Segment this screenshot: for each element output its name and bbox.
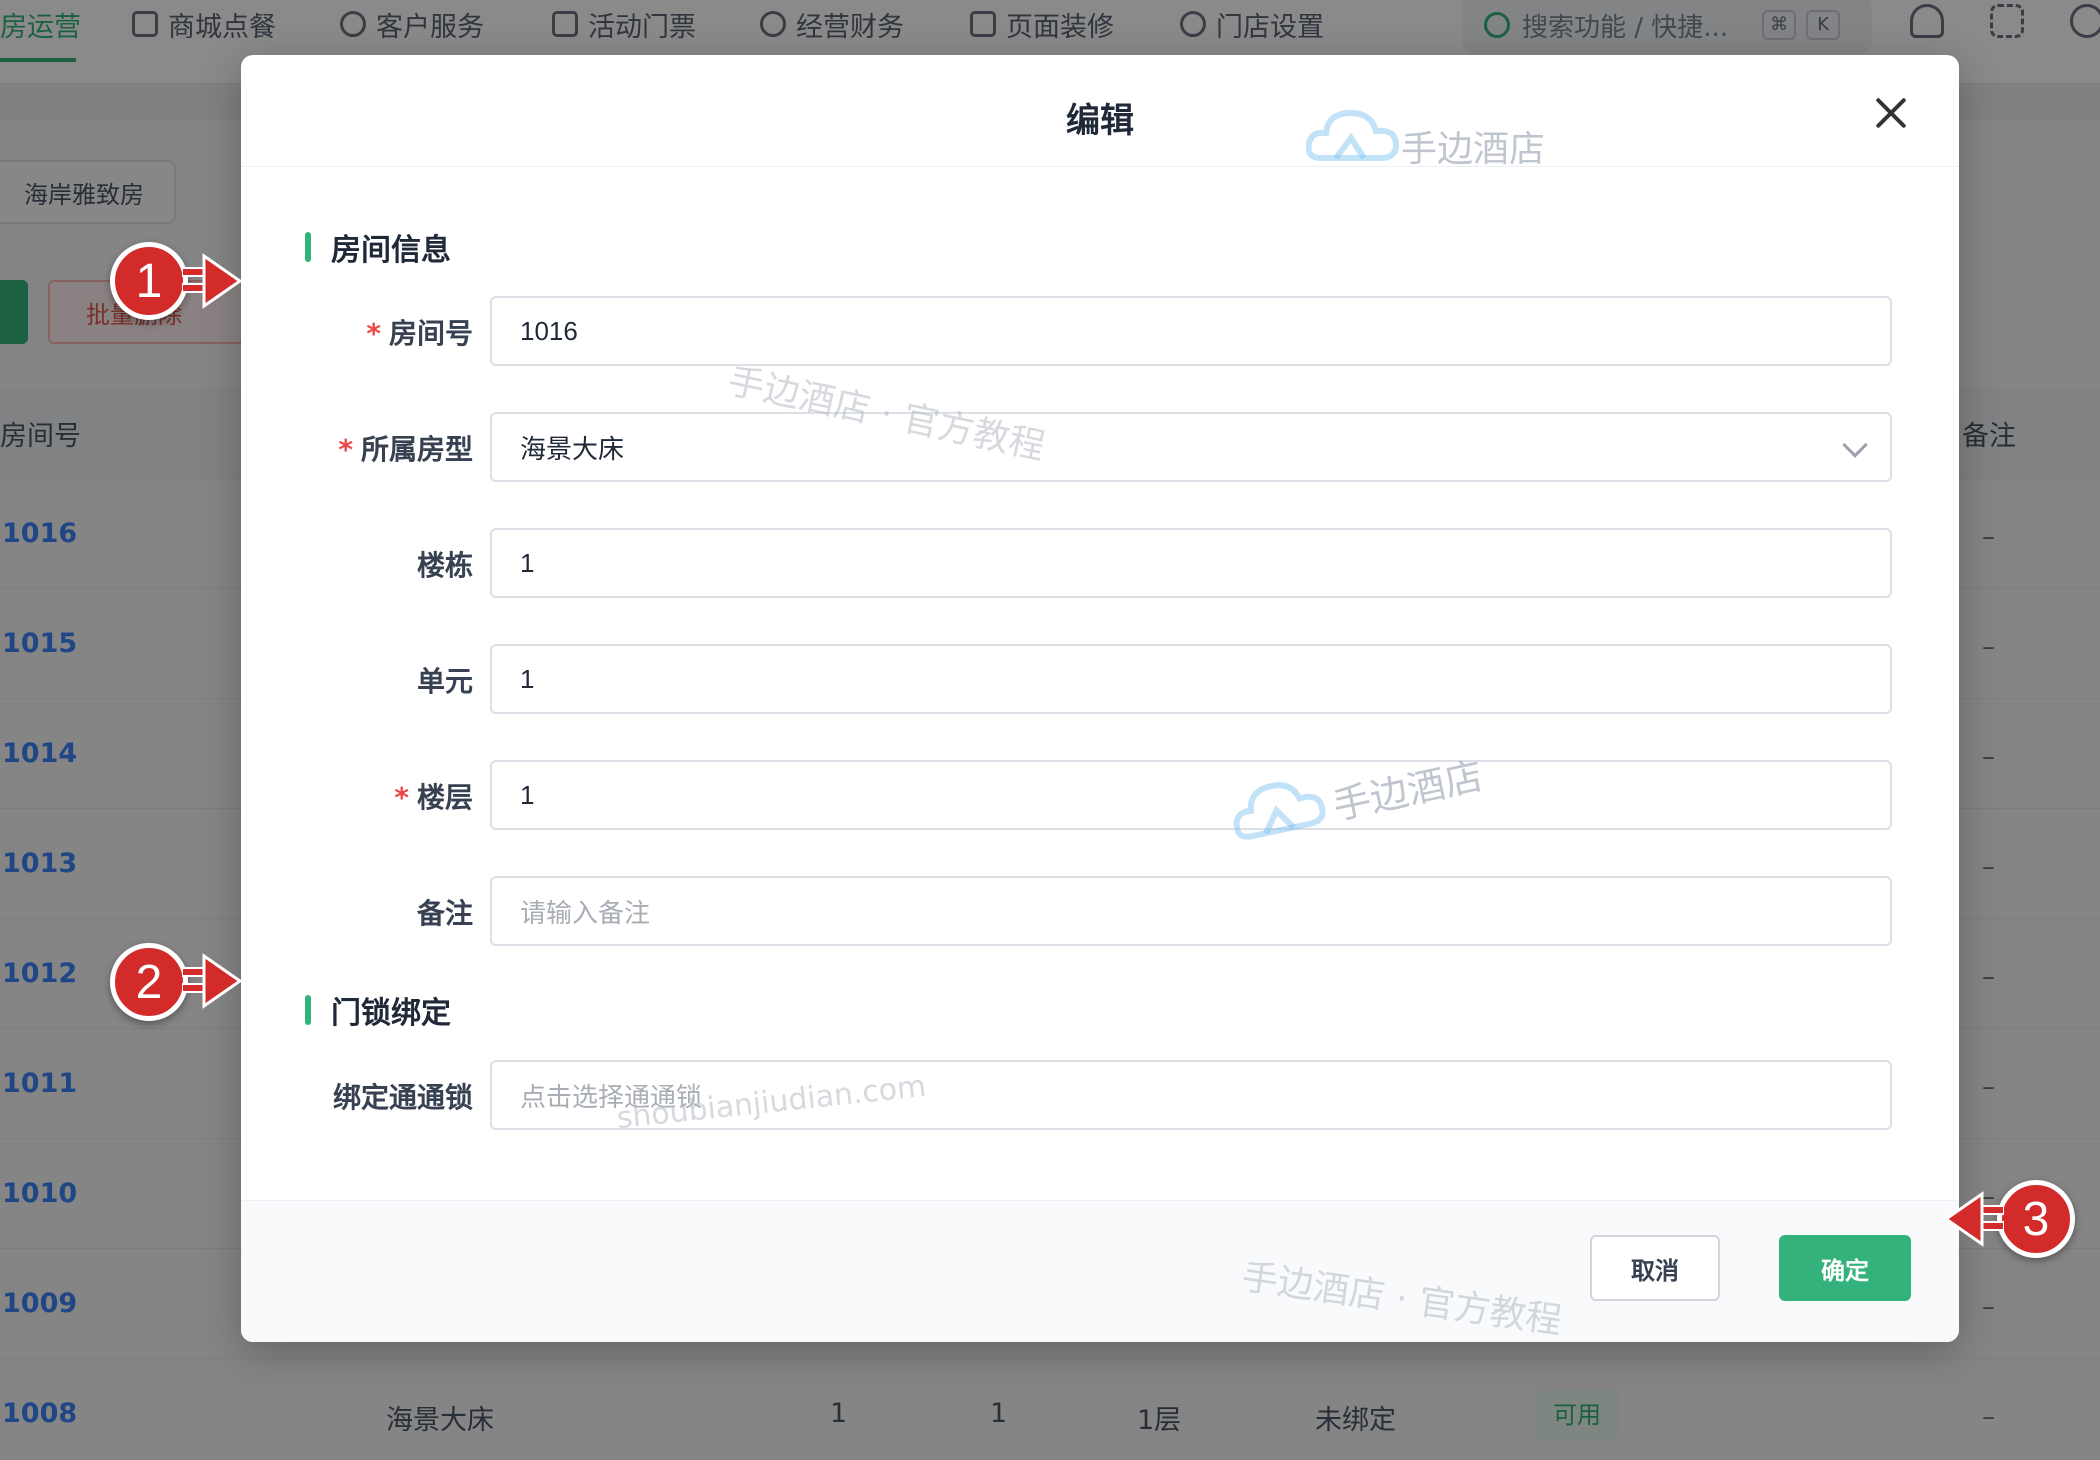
building-label: 楼栋: [416, 549, 473, 582]
unit-label: 单元: [416, 665, 473, 698]
close-icon[interactable]: [1871, 93, 1911, 133]
section-accent-bar: [305, 995, 311, 1025]
room-type-label: * 所属房型: [338, 433, 473, 466]
building-input[interactable]: 1: [490, 528, 1892, 598]
floor-input[interactable]: 1: [490, 760, 1892, 830]
room-number-label: * 房间号: [366, 317, 473, 350]
unit-input[interactable]: 1: [490, 644, 1892, 714]
dialog-title: 编辑: [1066, 101, 1134, 141]
section-lock-binding: 门锁绑定: [305, 990, 451, 1031]
callout-arrow-icon: [1944, 1191, 2004, 1247]
section-accent-bar: [305, 232, 311, 262]
room-type-select[interactable]: 海景大床: [490, 412, 1892, 482]
cancel-button[interactable]: 取消: [1590, 1235, 1720, 1301]
callout-badge-2: 2: [110, 943, 188, 1021]
callout-arrow-icon: [182, 953, 242, 1009]
callout-badge-3: 3: [1997, 1180, 2075, 1258]
floor-label: * 楼层: [394, 781, 473, 814]
confirm-button[interactable]: 确定: [1779, 1235, 1911, 1301]
edit-room-dialog: 编辑 房间信息 * 房间号 1016 * 所属房型 海景大床 楼栋 1 单元 1 *…: [241, 55, 1959, 1342]
room-number-input[interactable]: 1016: [490, 296, 1892, 366]
callout-badge-1: 1: [110, 242, 188, 320]
dialog-header: 编辑: [241, 55, 1959, 167]
chevron-down-icon: [1842, 432, 1868, 458]
lock-select[interactable]: 点击选择通通锁: [490, 1060, 1892, 1130]
lock-label: 绑定通通锁: [332, 1081, 473, 1114]
callout-arrow-icon: [182, 253, 242, 309]
section-room-info: 房间信息: [305, 227, 451, 268]
note-input[interactable]: 请输入备注: [490, 876, 1892, 946]
note-label: 备注: [416, 897, 473, 930]
